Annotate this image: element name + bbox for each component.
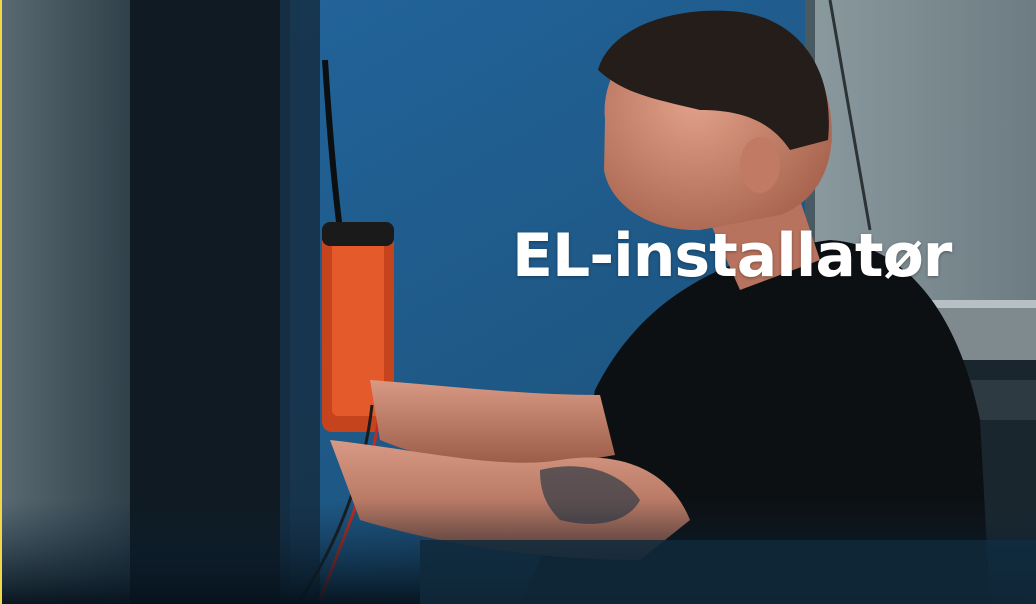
- video-frame: EL-installatør: [0, 0, 1036, 604]
- video-title-overlay: EL-installatør: [512, 221, 952, 291]
- left-edge-line: [0, 0, 2, 604]
- photo-scene: [0, 0, 1036, 604]
- head: [598, 10, 832, 231]
